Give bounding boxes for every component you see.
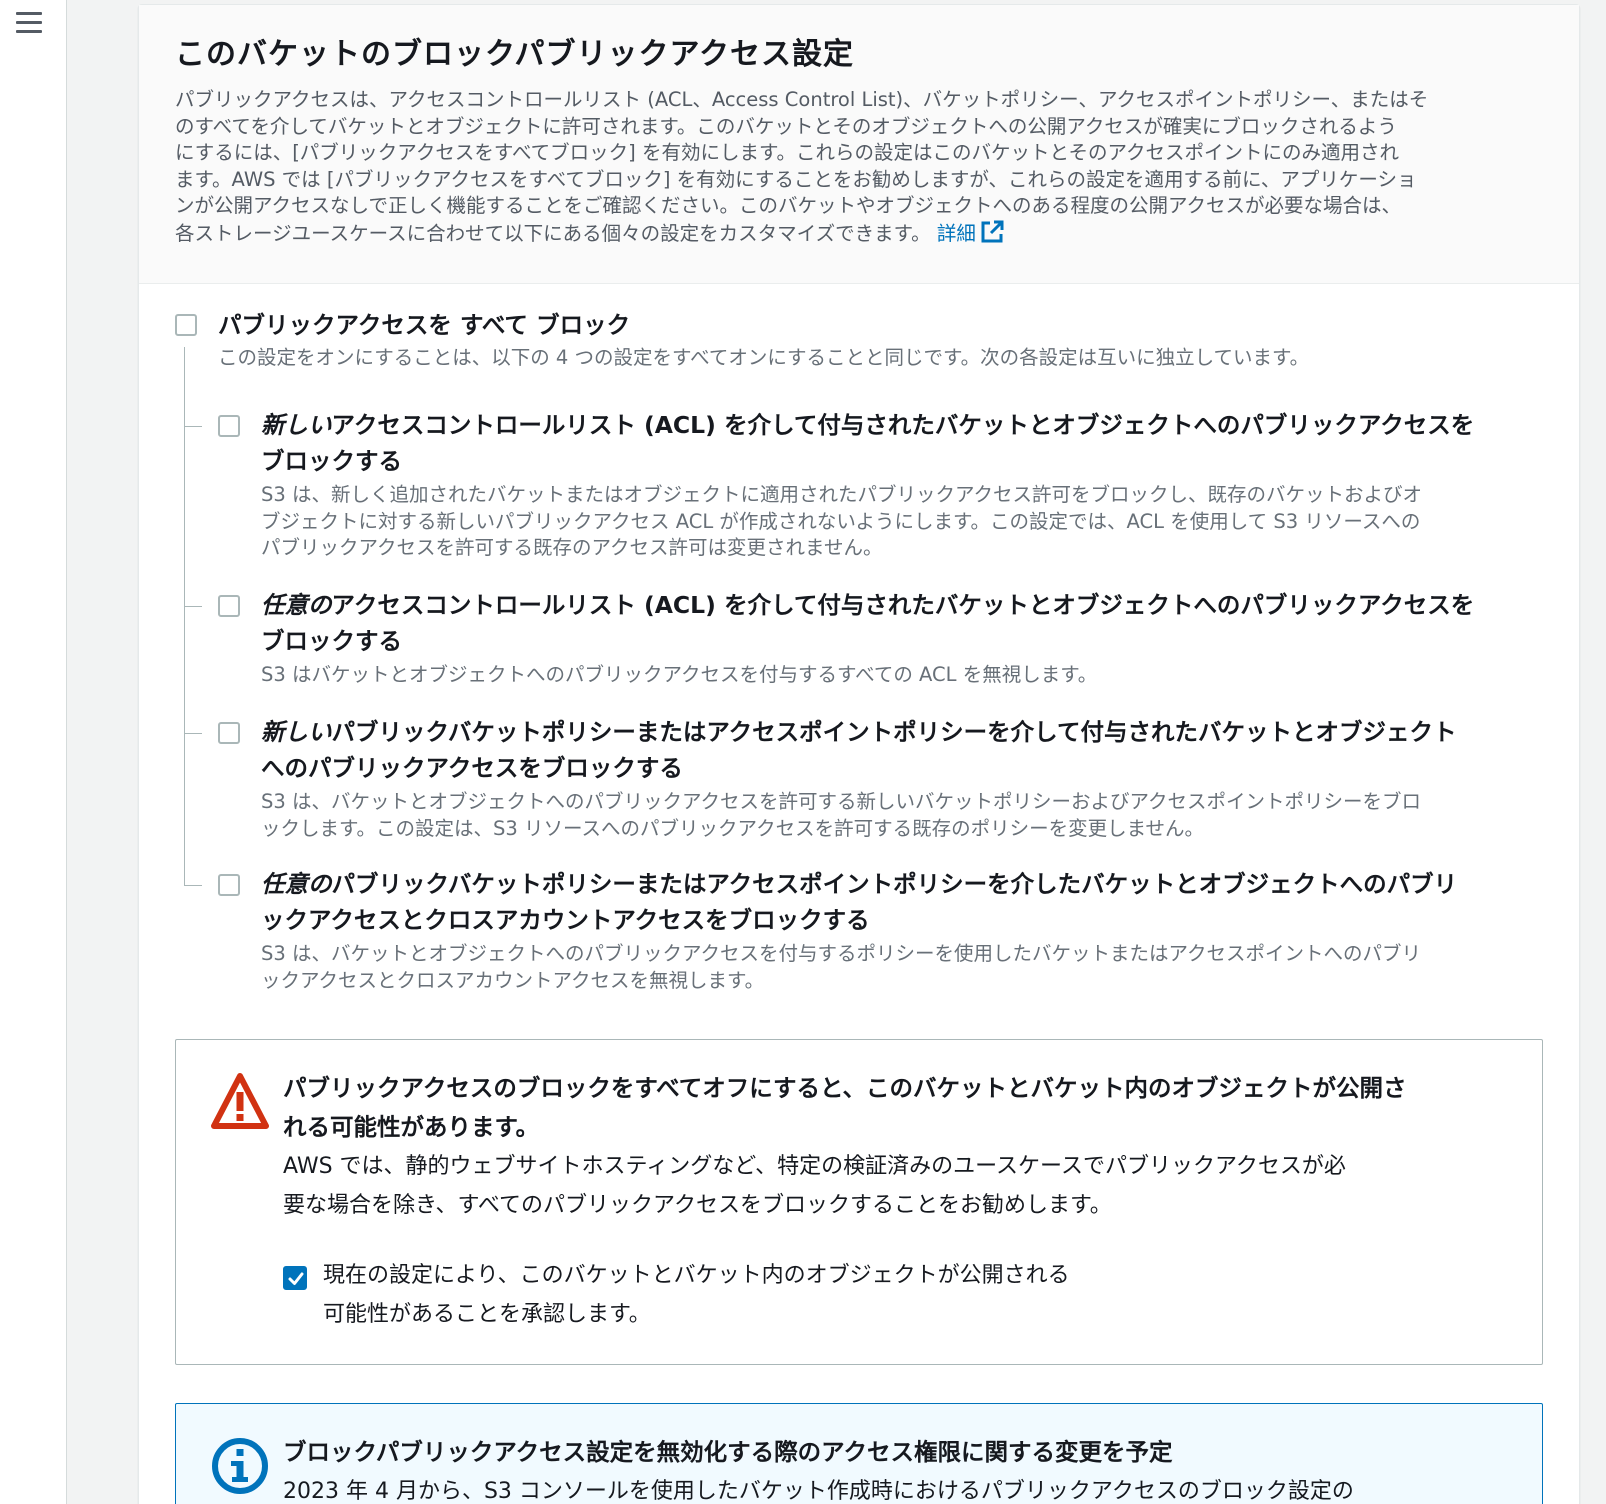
acknowledge-line: 可能性があることを承認します。 [323, 1302, 651, 1327]
block-any-policies-label[interactable]: 任意のパブリックバケットポリシーまたはアクセスポイントポリシーを介したバケットと… [261, 866, 1457, 938]
description-line: ックします。この設定は、S3 リソースへのパブリックアクセスを許可する既存のポリ… [261, 816, 1204, 840]
emphasis-text: 新しい [261, 718, 332, 746]
warning-text: AWS では、静的ウェブサイトホスティングなど、特定の検証済みのユースケースでパ… [283, 1147, 1346, 1225]
learn-more-link[interactable]: 詳細 [931, 220, 1004, 245]
description-line: S3 は、バケットとオブジェクトへのパブリックアクセスを付与するポリシーを使用し… [261, 942, 1422, 965]
block-all-label[interactable]: パブリックアクセスを すべて ブロック [218, 307, 630, 343]
description-line: ンが公開アクセスなしで正しく機能することをご確認ください。このバケットやオブジェ… [175, 194, 1401, 218]
block-new-acls-label[interactable]: 新しいアクセスコントロールリスト (ACL) を介して付与されたバケットとオブジ… [261, 407, 1474, 479]
label-line: パブリックバケットポリシーまたはアクセスポイントポリシーを介したバケットとオブジ… [331, 870, 1458, 898]
warning-text-line: 要な場合を除き、すべてのパブリックアクセスをブロックすることをお勧めします。 [283, 1193, 1112, 1218]
hamburger-menu-icon[interactable] [16, 12, 42, 34]
label-line: アクセスコントロールリスト (ACL) を介して付与されたバケットとオブジェクト… [331, 411, 1475, 439]
info-title: ブロックパブリックアクセス設定を無効化する際のアクセス権限に関する変更を予定 [283, 1438, 1173, 1466]
block-public-access-panel: このバケットのブロックパブリックアクセス設定 パブリックアクセスは、アクセスコン… [138, 4, 1580, 1504]
tree-branch-line [184, 426, 202, 427]
tree-branch-line [184, 733, 202, 734]
description-line: パブリックアクセスは、アクセスコントロールリスト (ACL、Access Con… [175, 88, 1429, 111]
tree-vertical-line [184, 347, 185, 885]
panel-header: このバケットのブロックパブリックアクセス設定 パブリックアクセスは、アクセスコン… [139, 5, 1579, 284]
block-new-policies-checkbox[interactable] [218, 722, 240, 744]
block-any-acls-description: S3 はバケットとオブジェクトへのパブリックアクセスを付与するすべての ACL … [261, 662, 1097, 689]
label-line: へのパブリックアクセスをブロックする [261, 754, 683, 782]
acknowledge-checkbox[interactable] [283, 1266, 307, 1290]
block-any-acls-label[interactable]: 任意のアクセスコントロールリスト (ACL) を介して付与されたバケットとオブジ… [261, 587, 1474, 659]
panel-title: このバケットのブロックパブリックアクセス設定 [175, 37, 854, 72]
warning-triangle-icon [210, 1072, 270, 1134]
tree-branch-line [184, 885, 202, 886]
info-text: 2023 年 4 月から、S3 コンソールを使用したバケット作成時におけるパブリ… [283, 1479, 1354, 1504]
description-last-line: 各ストレージユースケースに合わせて以下にある個々の設定をカスタマイズできます。 [175, 221, 931, 245]
description-line: S3 は、新しく追加されたバケットまたはオブジェクトに適用されたパブリックアクセ… [261, 483, 1423, 506]
page: このバケットのブロックパブリックアクセス設定 パブリックアクセスは、アクセスコン… [0, 0, 1606, 1504]
external-link-icon[interactable] [980, 220, 1004, 252]
description-line: 各ストレージユースケースに合わせて以下にある個々の設定をカスタマイズできます。 … [175, 220, 1547, 252]
label-line: パブリックバケットポリシーまたはアクセスポイントポリシーを介して付与されたバケッ… [331, 718, 1457, 746]
permissions-change-info-alert: ブロックパブリックアクセス設定を無効化する際のアクセス権限に関する変更を予定 2… [175, 1403, 1543, 1504]
left-navigation-rail [0, 0, 67, 1504]
public-access-warning-alert: パブリックアクセスのブロックをすべてオフにすると、このバケットとバケット内のオブ… [175, 1039, 1543, 1365]
warning-title: パブリックアクセスのブロックをすべてオフにすると、このバケットとバケット内のオブ… [283, 1069, 1407, 1147]
block-any-acls-checkbox[interactable] [218, 595, 240, 617]
description-line: S3 は、バケットとオブジェクトへのパブリックアクセスを許可する新しいバケットポ… [261, 790, 1422, 813]
block-any-policies-description: S3 は、バケットとオブジェクトへのパブリックアクセスを付与するポリシーを使用し… [261, 941, 1421, 994]
block-new-acls-description: S3 は、新しく追加されたバケットまたはオブジェクトに適用されたパブリックアクセ… [261, 482, 1422, 562]
warning-text-line: AWS では、静的ウェブサイトホスティングなど、特定の検証済みのユースケースでパ… [283, 1154, 1346, 1179]
block-new-policies-description: S3 は、バケットとオブジェクトへのパブリックアクセスを許可する新しいバケットポ… [261, 789, 1421, 842]
panel-description: パブリックアクセスは、アクセスコントロールリスト (ACL、Access Con… [175, 87, 1547, 252]
emphasis-text: 新しい [261, 411, 332, 439]
emphasis-text: 任意の [261, 591, 332, 619]
info-circle-icon [210, 1436, 270, 1500]
description-line: にするには、[パブリックアクセスをすべてブロック] を有効にします。これらの設定… [175, 141, 1399, 165]
warning-title-line: パブリックアクセスのブロックをすべてオフにすると、このバケットとバケット内のオブ… [283, 1074, 1407, 1102]
acknowledge-label[interactable]: 現在の設定により、このバケットとバケット内のオブジェクトが公開される 可能性があ… [323, 1256, 1070, 1334]
label-line: ックアクセスとクロスアカウントアクセスをブロックする [261, 906, 870, 934]
block-all-description: この設定をオンにすることは、以下の 4 つの設定をすべてオンにすることと同じです… [218, 346, 1310, 369]
tree-branch-line [184, 606, 202, 607]
block-new-policies-label[interactable]: 新しいパブリックバケットポリシーまたはアクセスポイントポリシーを介して付与された… [261, 714, 1456, 786]
label-line: アクセスコントロールリスト (ACL) を介して付与されたバケットとオブジェクト… [331, 591, 1475, 619]
label-line: ブロックする [261, 627, 402, 655]
acknowledge-line: 現在の設定により、このバケットとバケット内のオブジェクトが公開される [323, 1263, 1070, 1288]
block-new-acls-checkbox[interactable] [218, 415, 240, 437]
learn-more-label[interactable]: 詳細 [937, 222, 976, 245]
block-any-policies-checkbox[interactable] [218, 874, 240, 896]
label-line: ブロックする [261, 447, 402, 475]
description-line: パブリックアクセスを許可する既存のアクセス許可は変更されません。 [261, 536, 883, 560]
description-line: ブジェクトに対する新しいパブリックアクセス ACL が作成されないようにします。… [261, 509, 1421, 533]
description-line: のすべてを介してバケットとオブジェクトに許可されます。このバケットとそのオブジェ… [175, 114, 1397, 138]
warning-title-line: れる可能性があります。 [283, 1113, 540, 1141]
description-line: ます。AWS では [パブリックアクセスをすべてブロック] を有効にすることをお… [175, 167, 1417, 191]
block-all-checkbox[interactable] [175, 314, 197, 336]
description-line: S3 はバケットとオブジェクトへのパブリックアクセスを付与するすべての ACL … [261, 663, 1098, 686]
description-line: ックアクセスとクロスアカウントアクセスを無視します。 [261, 968, 765, 992]
emphasis-text: 任意の [261, 870, 332, 898]
